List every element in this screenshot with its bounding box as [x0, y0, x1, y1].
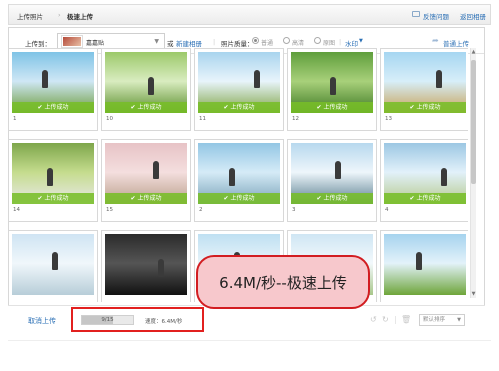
- photo-card[interactable]: ✔ 上传成功 15: [101, 139, 191, 222]
- photo-thumbnail[interactable]: [384, 234, 466, 295]
- scroll-thumb[interactable]: [471, 60, 476, 184]
- photo-number: 4: [385, 207, 389, 213]
- photo-figure: [254, 70, 260, 88]
- watermark-link[interactable]: 水印: [345, 38, 358, 48]
- upload-success-banner: ✔ 上传成功: [291, 102, 373, 113]
- quality-radio-normal[interactable]: [252, 37, 259, 44]
- photo-figure: [52, 252, 58, 270]
- photo-card[interactable]: [101, 230, 191, 302]
- photo-card[interactable]: ✔ 上传成功 3: [287, 139, 377, 222]
- speed-callout-text: 6.4M/秒--极速上传: [219, 273, 347, 292]
- upload-success-banner: ✔ 上传成功: [105, 102, 187, 113]
- photo-number: 1: [13, 116, 17, 122]
- photo-number: 14: [13, 207, 20, 213]
- breadcrumb-upload[interactable]: 上传照片: [17, 11, 43, 21]
- upload-success-banner: ✔ 上传成功: [12, 193, 94, 204]
- upload-speed: 速度：6.4M/秒: [145, 319, 183, 325]
- trash-icon[interactable]: 🗑: [401, 315, 411, 324]
- photo-card[interactable]: ✔ 上传成功 11: [194, 48, 284, 131]
- progress-highlight: 9/15 速度：6.4M/秒: [71, 307, 204, 332]
- feedback-link[interactable]: 反馈问题: [423, 11, 449, 21]
- quality-option-original: 原图: [323, 40, 336, 47]
- upload-progress-text: 9/15: [101, 317, 114, 323]
- chevron-down-icon: ▼: [154, 38, 159, 45]
- upload-progress-bar: 9/15: [81, 315, 134, 325]
- sort-select[interactable]: 默认排序 ▼: [419, 314, 465, 326]
- photo-thumbnail[interactable]: [105, 234, 187, 295]
- breadcrumb-fast-upload: 极速上传: [67, 13, 93, 21]
- upload-to-label: 上传到：: [25, 40, 51, 48]
- watermark-chevron-icon[interactable]: ▼: [359, 38, 363, 44]
- back-to-album-link[interactable]: 返回相册: [460, 11, 486, 21]
- photo-figure: [416, 252, 422, 270]
- photo-number: 2: [199, 207, 203, 213]
- photo-figure: [148, 77, 154, 95]
- new-album-link[interactable]: 新建相册: [176, 38, 202, 48]
- photo-number: 3: [292, 207, 296, 213]
- photo-figure: [47, 168, 53, 186]
- normal-upload-link[interactable]: 普通上传: [443, 38, 469, 48]
- photo-number: 11: [199, 116, 206, 122]
- breadcrumb-separator: ›: [58, 11, 61, 19]
- scroll-down-icon[interactable]: ▼: [471, 291, 476, 297]
- photo-figure: [330, 77, 336, 95]
- feedback-icon[interactable]: [412, 11, 420, 17]
- quality-radio-hd[interactable]: [283, 37, 290, 44]
- album-select[interactable]: 嘉嘉贴 ▼: [57, 33, 165, 49]
- speed-callout: 6.4M/秒--极速上传: [196, 255, 370, 309]
- bottom-bar: 取消上传 9/15 速度：6.4M/秒 ↺ ↻ | 🗑 默认排序 ▼: [8, 305, 485, 337]
- photo-figure: [42, 70, 48, 88]
- quality-radio-original[interactable]: [314, 37, 321, 44]
- quality-option-normal: 普通: [261, 40, 274, 47]
- footer-divider: [8, 340, 491, 341]
- photo-number: 10: [106, 116, 113, 122]
- scroll-up-icon[interactable]: ▲: [471, 49, 476, 55]
- photo-card[interactable]: ✔ 上传成功 12: [287, 48, 377, 131]
- photo-figure: [436, 70, 442, 88]
- photo-card[interactable]: [8, 230, 98, 302]
- album-name: 嘉嘉贴: [86, 40, 105, 47]
- photo-figure: [229, 168, 235, 186]
- chevron-down-icon: ▼: [457, 317, 461, 323]
- photo-number: 12: [292, 116, 299, 122]
- upload-success-banner: ✔ 上传成功: [105, 193, 187, 204]
- share-arrow-icon: ➦: [432, 36, 439, 45]
- quality-label: 照片质量：: [221, 40, 254, 48]
- photo-card[interactable]: ✔ 上传成功 1: [8, 48, 98, 131]
- photo-thumbnail[interactable]: [12, 234, 94, 295]
- photo-figure: [153, 161, 159, 179]
- sort-label: 默认排序: [423, 317, 446, 323]
- photo-card[interactable]: ✔ 上传成功 10: [101, 48, 191, 131]
- grid-scrollbar[interactable]: ▲ ▼: [470, 48, 476, 298]
- upload-success-banner: ✔ 上传成功: [291, 193, 373, 204]
- photo-figure: [335, 161, 341, 179]
- photo-number: 13: [385, 116, 392, 122]
- photo-card[interactable]: ✔ 上传成功 2: [194, 139, 284, 222]
- upload-success-banner: ✔ 上传成功: [198, 102, 280, 113]
- rotate-right-icon[interactable]: ↻: [382, 315, 389, 324]
- photo-card[interactable]: ✔ 上传成功 14: [8, 139, 98, 222]
- rotate-left-icon[interactable]: ↺: [370, 315, 377, 324]
- quality-option-hd: 高清: [292, 40, 305, 47]
- upload-success-banner: ✔ 上传成功: [198, 193, 280, 204]
- photo-figure: [158, 259, 164, 277]
- photo-card[interactable]: ✔ 上传成功 13: [380, 48, 468, 131]
- photo-card[interactable]: ✔ 上传成功 4: [380, 139, 468, 222]
- photo-card[interactable]: [380, 230, 468, 302]
- or-label: 或: [167, 40, 174, 48]
- photo-figure: [441, 168, 447, 186]
- photo-number: 15: [106, 207, 113, 213]
- upload-success-banner: ✔ 上传成功: [384, 193, 466, 204]
- top-bar: 上传照片 › 极速上传 反馈问题 返回相册: [8, 4, 491, 25]
- upload-success-banner: ✔ 上传成功: [384, 102, 466, 113]
- album-thumbnail: [61, 35, 83, 48]
- upload-success-banner: ✔ 上传成功: [12, 102, 94, 113]
- cancel-upload-button[interactable]: 取消上传: [28, 316, 56, 326]
